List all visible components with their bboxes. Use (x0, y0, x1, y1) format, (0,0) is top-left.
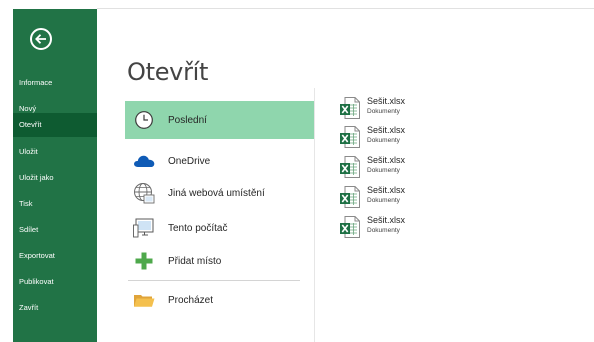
place-label: Procházet (168, 294, 214, 306)
clock-icon (133, 109, 155, 131)
backstage-sidebar: Informace Nový Otevřít Uložit Uložit jak… (13, 9, 97, 342)
excel-file-icon (340, 156, 360, 178)
place-label: Přidat místo (168, 255, 222, 267)
nav-publikovat[interactable]: Publikovat (13, 270, 97, 294)
place-prochazet[interactable]: Procházet (125, 281, 315, 319)
place-label: Jiná webová umístění (168, 187, 265, 199)
file-location: Dokumenty (367, 137, 400, 144)
file-location: Dokumenty (367, 167, 400, 174)
file-name: Sešit.xlsx (367, 96, 406, 106)
nav-otevrit[interactable]: Otevřít (13, 113, 97, 137)
recent-file-item[interactable]: Sešit.xlsx Dokumenty (340, 155, 500, 181)
place-label: Poslední (168, 114, 207, 126)
computer-icon (133, 217, 155, 239)
nav-ulozit[interactable]: Uložit (13, 140, 97, 164)
back-arrow-icon[interactable] (30, 28, 52, 50)
excel-file-icon (340, 97, 360, 119)
nav-zavrit[interactable]: Zavřít (13, 296, 97, 320)
place-jina-webova-umisteni[interactable]: Jiná webová umístění (125, 174, 315, 212)
file-name: Sešit.xlsx (367, 215, 406, 225)
plus-icon (133, 250, 155, 272)
top-strip (0, 0, 594, 9)
file-location: Dokumenty (367, 108, 400, 115)
excel-file-icon (340, 186, 360, 208)
place-label: OneDrive (168, 155, 211, 167)
place-posledni[interactable]: Poslední (125, 101, 315, 139)
excel-file-icon (340, 216, 360, 238)
excel-file-icon (340, 126, 360, 148)
nav-ulozit-jako[interactable]: Uložit jako (13, 166, 97, 190)
file-name: Sešit.xlsx (367, 185, 406, 195)
place-pridat-misto[interactable]: Přidat místo (125, 242, 315, 280)
file-location: Dokumenty (367, 197, 400, 204)
file-name: Sešit.xlsx (367, 155, 406, 165)
place-label: Tento počítač (168, 222, 228, 234)
backstage-view: Informace Nový Otevřít Uložit Uložit jak… (0, 0, 594, 342)
recent-file-item[interactable]: Sešit.xlsx Dokumenty (340, 215, 500, 241)
recent-file-item[interactable]: Sešit.xlsx Dokumenty (340, 96, 500, 122)
column-divider (314, 88, 315, 342)
nav-sdilet[interactable]: Sdílet (13, 218, 97, 242)
cloud-icon (133, 150, 155, 172)
recent-file-item[interactable]: Sešit.xlsx Dokumenty (340, 185, 500, 211)
file-name: Sešit.xlsx (367, 125, 406, 135)
recent-file-item[interactable]: Sešit.xlsx Dokumenty (340, 125, 500, 151)
nav-exportovat[interactable]: Exportovat (13, 244, 97, 268)
folder-icon (133, 289, 155, 311)
nav-tisk[interactable]: Tisk (13, 192, 97, 216)
page-title: Otevřít (127, 58, 209, 86)
nav-informace[interactable]: Informace (13, 71, 97, 95)
top-divider (97, 8, 594, 9)
file-location: Dokumenty (367, 227, 400, 234)
globe-icon (133, 182, 155, 204)
